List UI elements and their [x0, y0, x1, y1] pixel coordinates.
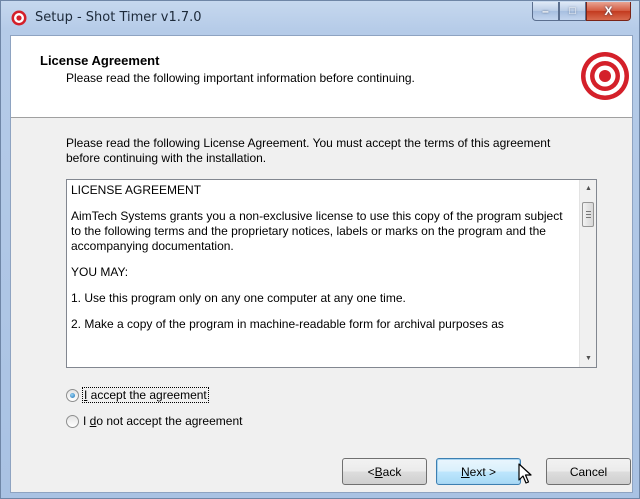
maximize-button[interactable]: □ — [559, 2, 586, 21]
minimize-icon: – — [542, 4, 549, 18]
wizard-page: License Agreement Please read the follow… — [10, 35, 633, 493]
license-paragraph: YOU MAY: — [71, 265, 129, 279]
setup-window: Setup - Shot Timer v1.7.0 – □ X License … — [0, 0, 640, 499]
close-button[interactable]: X — [586, 2, 631, 21]
license-text-box[interactable]: LICENSE AGREEMENT AimTech Systems grants… — [66, 179, 597, 368]
scroll-down-icon[interactable]: ▼ — [580, 350, 596, 367]
license-paragraph: LICENSE AGREEMENT — [71, 183, 202, 197]
cancel-button[interactable]: Cancel — [546, 458, 631, 485]
license-paragraph: 1. Use this program only on any one comp… — [71, 291, 406, 305]
decline-label[interactable]: I do not accept the agreement — [83, 414, 242, 428]
page-title: License Agreement — [40, 53, 160, 68]
decline-radio[interactable] — [66, 414, 79, 428]
maximize-icon: □ — [569, 4, 576, 17]
license-text: LICENSE AGREEMENT AimTech Systems grants… — [71, 183, 574, 343]
license-paragraph: AimTech Systems grants you a non-exclusi… — [71, 209, 563, 253]
target-logo-icon — [581, 52, 629, 100]
scrollbar-thumb[interactable] — [582, 202, 594, 227]
accept-label[interactable]: I accept the agreement — [82, 387, 209, 403]
back-button[interactable]: < Back — [342, 458, 427, 485]
license-paragraph: 2. Make a copy of the program in machine… — [71, 317, 504, 331]
next-button[interactable]: Next > — [436, 458, 521, 485]
intro-text: Please read the following License Agreem… — [66, 136, 551, 165]
wizard-header: License Agreement Please read the follow… — [11, 36, 632, 118]
mouse-pointer-icon — [518, 463, 532, 484]
scroll-up-icon[interactable]: ▲ — [580, 180, 596, 197]
window-title: Setup - Shot Timer v1.7.0 — [35, 10, 202, 25]
page-subtitle: Please read the following important info… — [66, 71, 415, 85]
close-icon: X — [604, 4, 613, 18]
target-icon — [11, 10, 27, 26]
title-bar[interactable]: Setup - Shot Timer v1.7.0 – □ X — [1, 1, 639, 35]
accept-radio[interactable] — [66, 388, 79, 402]
vertical-scrollbar[interactable]: ▲ ▼ — [579, 180, 596, 367]
window-controls: – □ X — [532, 2, 631, 21]
decline-option[interactable]: I do not accept the agreement — [66, 414, 242, 428]
minimize-button[interactable]: – — [532, 2, 559, 21]
accept-option[interactable]: I accept the agreement — [66, 387, 209, 403]
